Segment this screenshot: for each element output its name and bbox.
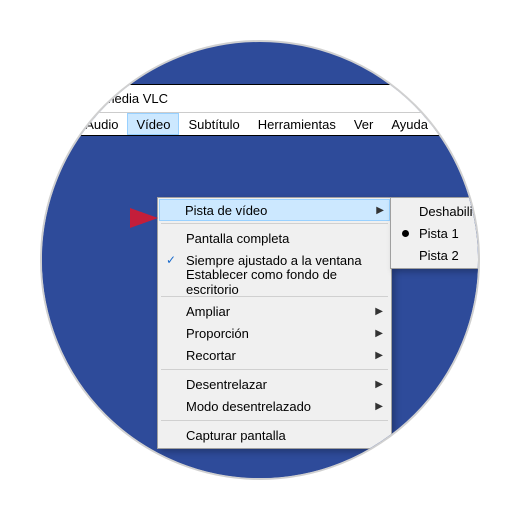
window-title: ctor multimedia VLC [51, 91, 168, 106]
chevron-right-icon: ▶ [375, 350, 383, 361]
menu-label: Siempre ajustado a la ventana [186, 253, 362, 268]
vlc-window: ctor multimedia VLC n Audio Vídeo Subtít… [40, 84, 480, 136]
menu-label: Capturar pantalla [186, 428, 286, 443]
radio-selected-icon [402, 230, 409, 237]
menu-capturar-pantalla[interactable]: Capturar pantalla [160, 424, 389, 446]
submenu-pista-1[interactable]: Pista 1 [393, 222, 480, 244]
circular-crop: ctor multimedia VLC n Audio Vídeo Subtít… [40, 40, 480, 480]
menu-label: Pantalla completa [186, 231, 289, 246]
menu-recortar[interactable]: Recortar ▶ [160, 344, 389, 366]
menu-desentrelazar[interactable]: Desentrelazar ▶ [160, 373, 389, 395]
window-titlebar: ctor multimedia VLC [40, 85, 480, 113]
menu-item-ver[interactable]: Ver [345, 113, 383, 135]
menu-modo-desentrelazado[interactable]: Modo desentrelazado ▶ [160, 395, 389, 417]
chevron-right-icon: ▶ [375, 306, 383, 317]
check-icon: ✓ [166, 253, 176, 267]
menu-fondo-escritorio[interactable]: Establecer como fondo de escritorio [160, 271, 389, 293]
menu-label: Pista 2 [419, 248, 459, 263]
menu-label: Desentrelazar [186, 377, 267, 392]
menu-label: Recortar [186, 348, 236, 363]
menu-label: Modo desentrelazado [186, 399, 311, 414]
menu-ampliar[interactable]: Ampliar ▶ [160, 300, 389, 322]
menu-item-video[interactable]: Vídeo [127, 113, 179, 135]
submenu-pista-2[interactable]: Pista 2 [393, 244, 480, 266]
menu-pista-de-video[interactable]: Pista de vídeo ▶ [159, 199, 390, 221]
menu-proporcion[interactable]: Proporción ▶ [160, 322, 389, 344]
menu-separator [161, 223, 388, 224]
video-dropdown-menu: Pista de vídeo ▶ Pantalla completa ✓ Sie… [157, 197, 392, 449]
menu-label: Proporción [186, 326, 249, 341]
submenu-deshabilitar[interactable]: Deshabilitar [393, 200, 480, 222]
chevron-right-icon: ▶ [376, 205, 384, 216]
menubar: n Audio Vídeo Subtítulo Herramientas Ver… [40, 113, 480, 135]
chevron-right-icon: ▶ [375, 379, 383, 390]
menu-item-herramientas[interactable]: Herramientas [249, 113, 345, 135]
menu-item-subtitulo[interactable]: Subtítulo [179, 113, 248, 135]
menu-separator [161, 420, 388, 421]
menu-item-audio[interactable]: Audio [76, 113, 127, 135]
chevron-right-icon: ▶ [375, 328, 383, 339]
menu-label: Establecer como fondo de escritorio [186, 267, 383, 297]
menu-pantalla-completa[interactable]: Pantalla completa [160, 227, 389, 249]
menu-separator [161, 369, 388, 370]
menu-label: Deshabilitar [419, 204, 480, 219]
pista-de-video-submenu: Deshabilitar Pista 1 Pista 2 [390, 197, 480, 269]
menu-item-truncated[interactable]: n [51, 113, 76, 135]
tutorial-arrow-icon [130, 208, 158, 228]
menu-label: Ampliar [186, 304, 230, 319]
menu-label: Pista de vídeo [185, 203, 267, 218]
menu-label: Pista 1 [419, 226, 459, 241]
chevron-right-icon: ▶ [375, 401, 383, 412]
menu-item-ayuda[interactable]: Ayuda [382, 113, 437, 135]
